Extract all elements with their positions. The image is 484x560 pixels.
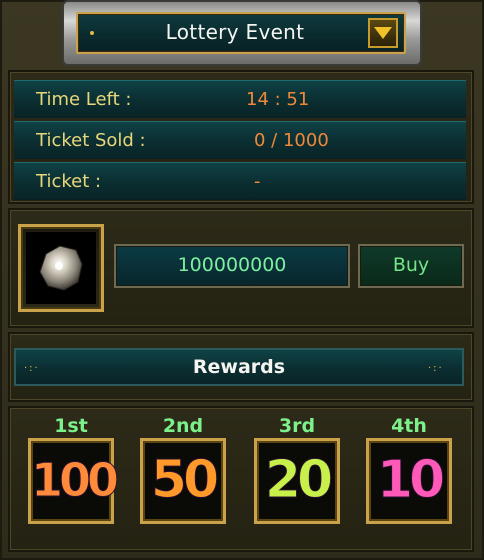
prize-slot-2nd[interactable]: 50: [140, 438, 226, 524]
rank-label: 2nd: [162, 415, 204, 437]
time-left-value: 14 : 51: [246, 89, 310, 110]
ticket-label: Ticket :: [36, 171, 102, 192]
rank-label: 4th: [391, 415, 427, 437]
time-left-label: Time Left :: [36, 89, 132, 110]
prize-slot-1st[interactable]: 100: [28, 438, 120, 524]
prize-amount: 50: [150, 450, 219, 510]
ticket-stone-icon: [26, 232, 96, 304]
ticket-value: -: [254, 171, 261, 192]
buy-button-label: Buy: [392, 254, 430, 276]
event-dropdown-button[interactable]: [368, 18, 398, 48]
prize-amount: 10: [376, 450, 445, 510]
rewards-title: Rewards: [192, 356, 286, 378]
price-value: 100000000: [177, 254, 287, 276]
info-row-ticket-sold: Ticket Sold : 0 / 1000: [14, 121, 466, 159]
rank-label: 3rd: [278, 415, 316, 437]
rank-label: 1st: [54, 415, 88, 437]
prize-slot-4th[interactable]: 10: [366, 438, 452, 524]
title-ornament-icon: [90, 31, 94, 35]
window-title: Lottery Event: [165, 20, 305, 44]
ticket-sold-value: 0 / 1000: [254, 130, 329, 151]
info-row-ticket: Ticket : -: [14, 162, 466, 200]
prize-amount: 20: [264, 450, 333, 510]
prize-amount: 100: [31, 453, 120, 508]
info-row-time-left: Time Left : 14 : 51: [14, 80, 466, 118]
ticket-sold-label: Ticket Sold :: [36, 130, 146, 151]
chevron-down-icon: [374, 27, 392, 39]
prize-slot-3rd[interactable]: 20: [254, 438, 340, 524]
